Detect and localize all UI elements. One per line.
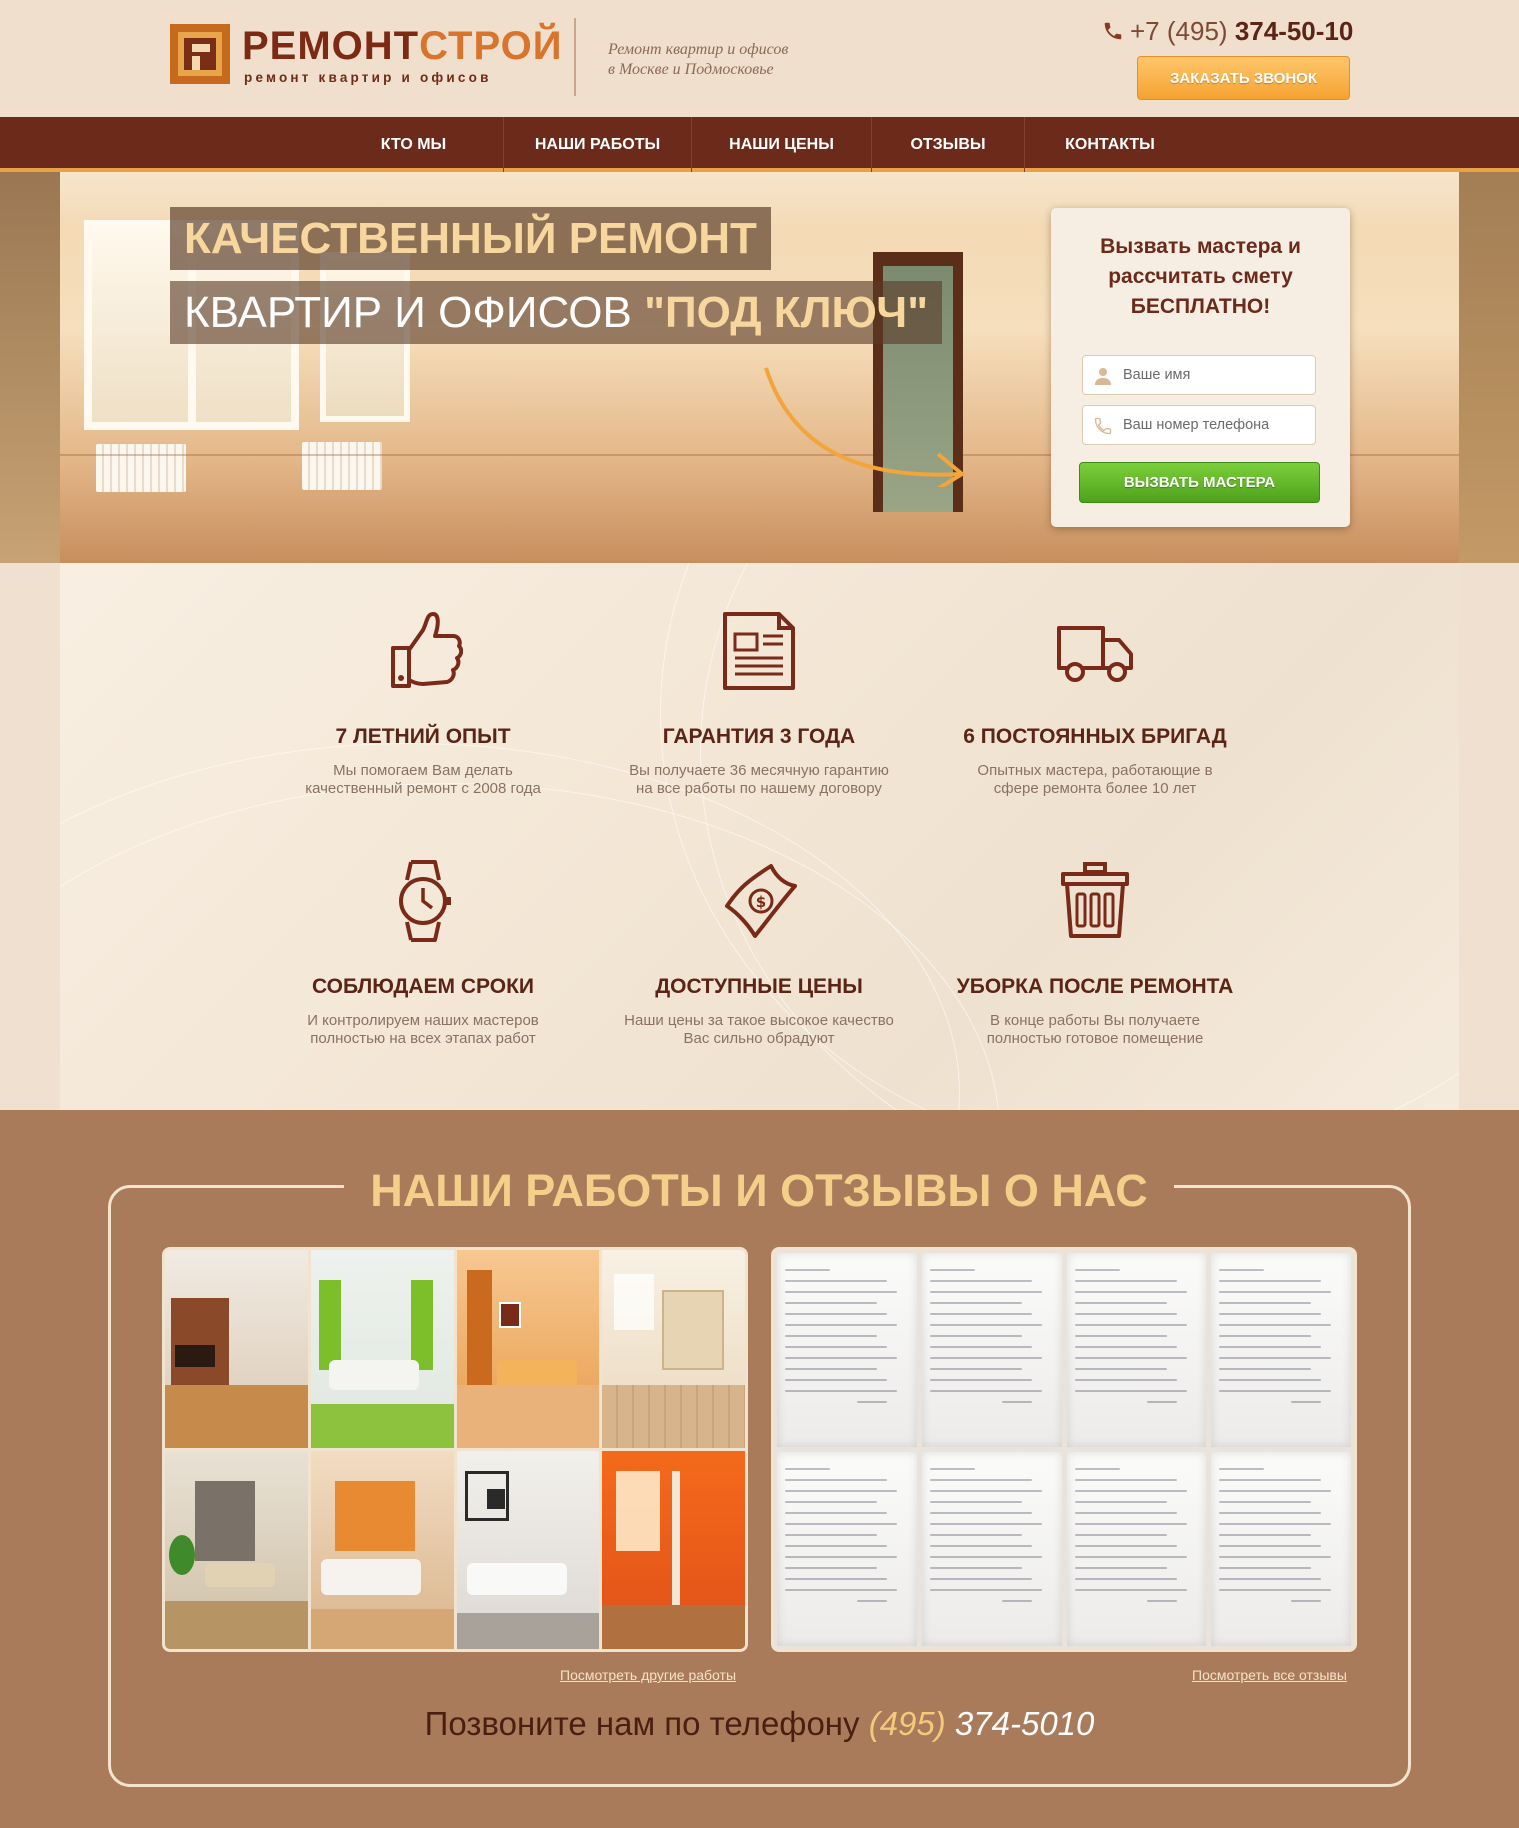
gallery-photo[interactable]	[310, 1451, 454, 1649]
hero-title-line2: КВАРТИР И ОФИСОВ "ПОД КЛЮЧ"	[170, 281, 943, 344]
feature-teams: 6 ПОСТОЯННЫХ БРИГАД Опытных мастера, раб…	[945, 608, 1245, 797]
main-nav: КТО МЫ НАШИ РАБОТЫ НАШИ ЦЕНЫ ОТЗЫВЫ КОНТ…	[0, 117, 1519, 172]
review-letter[interactable]	[1211, 1452, 1351, 1646]
feature-title: УБОРКА ПОСЛЕ РЕМОНТА	[956, 975, 1234, 998]
review-letter[interactable]	[1066, 1452, 1207, 1646]
feature-description: Вы получаете 36 месячную гарантию на все …	[629, 762, 889, 797]
logo-subtitle: ремонт квартир и офисов	[244, 70, 492, 85]
works-section: НАШИ РАБОТЫ И ОТЗЫВЫ О НАС Посмотреть др…	[0, 1110, 1519, 1828]
works-gallery	[162, 1247, 748, 1652]
hero-section: КАЧЕСТВЕННЫЙ РЕМОНТ КВАРТИР И ОФИСОВ "ПО…	[0, 172, 1519, 563]
feature-title: 6 ПОСТОЯННЫХ БРИГАД	[963, 725, 1227, 748]
feature-description: В конце работы Вы получаете полностью гот…	[986, 1012, 1204, 1047]
tagline: Ремонт квартир и офисов в Москве и Подмо…	[608, 41, 789, 78]
nav-item-reviews[interactable]: ОТЗЫВЫ	[872, 117, 1025, 172]
nav-item-contacts[interactable]: КОНТАКТЫ	[1025, 117, 1195, 172]
truck-icon	[1057, 626, 1133, 682]
header-phone[interactable]: +7 (495) 374-50-10	[1102, 16, 1353, 47]
site-header: РЕМОНТСТРОЙ ремонт квартир и офисов Ремо…	[0, 0, 1519, 117]
svg-text:$: $	[756, 893, 766, 911]
user-icon	[1095, 368, 1111, 385]
nav-item-prices[interactable]: НАШИ ЦЕНЫ	[692, 117, 872, 172]
name-input[interactable]: Ваше имя	[1082, 355, 1316, 395]
review-letter[interactable]	[921, 1253, 1062, 1447]
hero-title-line1: КАЧЕСТВЕННЫЙ РЕМОНТ	[170, 207, 771, 270]
review-letter[interactable]	[777, 1452, 917, 1646]
radiator	[302, 442, 382, 490]
header-divider	[574, 18, 576, 96]
feature-deadlines: СОБЛЮДАЕМ СРОКИ И контролируем наших мас…	[273, 858, 573, 1047]
feature-title: ДОСТУПНЫЕ ЦЕНЫ	[655, 975, 863, 998]
feature-title: 7 ЛЕТНИЙ ОПЫТ	[335, 725, 511, 748]
hero-side-right	[1459, 172, 1519, 563]
gallery-photo[interactable]	[310, 1250, 454, 1448]
phone-icon	[1104, 22, 1122, 40]
review-letter[interactable]	[1066, 1253, 1207, 1447]
more-works-link[interactable]: Посмотреть другие работы	[560, 1667, 736, 1683]
call-master-button[interactable]: ВЫЗВАТЬ МАСТЕРА	[1079, 462, 1320, 503]
phone-input[interactable]: Ваш номер телефона	[1082, 405, 1316, 445]
all-reviews-link[interactable]: Посмотреть все отзывы	[1192, 1667, 1347, 1683]
review-letter[interactable]	[1211, 1253, 1351, 1447]
review-letter[interactable]	[777, 1253, 917, 1447]
features-section: 7 ЛЕТНИЙ ОПЫТ Мы помогаем Вам делать каче…	[0, 563, 1519, 1110]
gallery-photo[interactable]	[602, 1250, 745, 1448]
logo-name: РЕМОНТСТРОЙ	[242, 24, 563, 68]
phone-icon	[1094, 417, 1112, 435]
nav-item-about[interactable]: КТО МЫ	[324, 117, 504, 172]
feature-description: И контролируем наших мастеров полностью н…	[307, 1012, 539, 1047]
feature-experience: 7 ЛЕТНИЙ ОПЫТ Мы помогаем Вам делать каче…	[273, 608, 573, 797]
review-letter[interactable]	[921, 1452, 1062, 1646]
thumbs-up-icon	[391, 612, 463, 688]
arrow-icon	[764, 367, 966, 487]
money-icon: $	[725, 864, 797, 938]
call-us-text: Позвоните нам по телефону (495) 374-5010	[424, 1705, 1095, 1742]
logo[interactable]: РЕМОНТСТРОЙ ремонт квартир и офисов	[170, 24, 561, 86]
logo-mark-icon	[170, 24, 230, 84]
nav-item-works[interactable]: НАШИ РАБОТЫ	[504, 117, 692, 172]
feature-description: Наши цены за такое высокое качество Вас с…	[624, 1012, 894, 1047]
hero-side-left	[0, 172, 60, 563]
works-title: НАШИ РАБОТЫ И ОТЗЫВЫ О НАС	[370, 1165, 1148, 1216]
gallery-photo[interactable]	[165, 1250, 308, 1448]
gallery-photo[interactable]	[456, 1250, 600, 1448]
feature-prices: $ ДОСТУПНЫЕ ЦЕНЫ Наши цены за такое высо…	[609, 858, 909, 1047]
feature-title: СОБЛЮДАЕМ СРОКИ	[311, 975, 535, 998]
gallery-photo[interactable]	[165, 1451, 308, 1649]
watch-icon	[399, 860, 451, 942]
gallery-photo[interactable]	[456, 1451, 600, 1649]
form-title: Вызвать мастера и рассчитать смету БЕСПЛ…	[1100, 235, 1301, 318]
callback-button[interactable]: ЗАКАЗАТЬ ЗВОНОК	[1137, 56, 1350, 100]
feature-title: ГАРАНТИЯ 3 ГОДА	[662, 725, 856, 748]
feature-warranty: ГАРАНТИЯ 3 ГОДА Вы получаете 36 месячную…	[609, 608, 909, 797]
radiator	[96, 444, 186, 492]
feature-cleaning: УБОРКА ПОСЛЕ РЕМОНТА В конце работы Вы п…	[945, 858, 1245, 1047]
feature-description: Мы помогаем Вам делать качественный ремон…	[305, 762, 541, 797]
gallery-photo[interactable]	[602, 1451, 745, 1649]
feature-description: Опытных мастера, работающие в сфере ремон…	[977, 762, 1213, 797]
reviews-gallery	[771, 1247, 1357, 1652]
trash-bin-icon	[1061, 862, 1129, 938]
document-icon	[723, 612, 795, 690]
